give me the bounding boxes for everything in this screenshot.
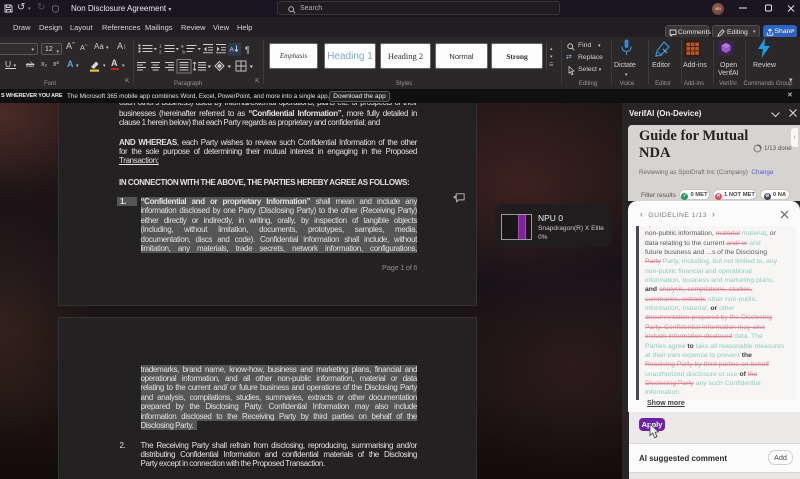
- svg-text:¶: ¶: [245, 45, 250, 55]
- svg-text:a: a: [181, 43, 184, 48]
- svg-text:b: b: [183, 49, 186, 54]
- svg-text:2: 2: [159, 49, 162, 54]
- svg-text:A: A: [230, 46, 235, 53]
- svg-text:1: 1: [159, 43, 162, 48]
